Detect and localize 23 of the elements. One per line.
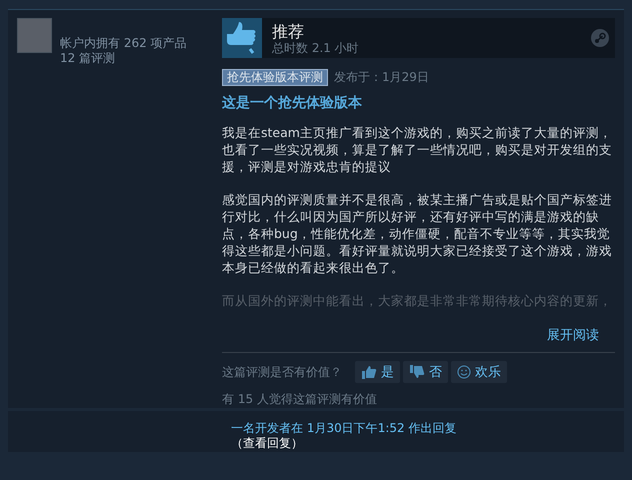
review-paragraph: 我是在steam主页推广看到这个游戏的，购买之前读了大量的评测，也看了一些实况视频，算是了解了一些情况吧，购买是对开发组的支援，评测是对游戏忠肯的提议 bbox=[222, 124, 613, 175]
steam-logo-icon bbox=[591, 29, 609, 47]
review-paragraph: 而从国外的评测中能看出，大家都是非常非常期待核心内容的更新， bbox=[222, 292, 613, 309]
review-paragraph: 感觉国内的评测质量并不是很高，被某主播广告或是贴个国产标签进行对比，什么叫因为国产所以好评，还有好评中写的满是游戏的缺点，各种bug，性能优化差，动作僵硬，配音不专业等等，其实我觉得这些都是小问题。看好评量就说明大家已经接受了这个游戏，游戏本身已经做的看起来很出色了。 bbox=[222, 191, 613, 276]
review-title[interactable]: 这是一个抢先体验版本 bbox=[222, 94, 615, 112]
verdict-label: 推荐 bbox=[272, 22, 305, 40]
vote-button[interactable]: 欢乐 bbox=[451, 361, 507, 383]
thumbs-up-icon bbox=[361, 365, 377, 379]
early-access-tag: 抢先体验版本评测 bbox=[222, 69, 328, 86]
view-reply-link[interactable]: （查看回复） bbox=[231, 436, 624, 451]
playtime-text: 总时数 2.1 小时 bbox=[272, 40, 360, 54]
avatar-placeholder[interactable] bbox=[17, 18, 52, 53]
thumbs-down-icon bbox=[409, 365, 425, 379]
expand-link[interactable]: 展开阅读 bbox=[547, 326, 599, 344]
smiley-icon bbox=[457, 365, 471, 379]
reviews-count: 12 篇评测 bbox=[60, 51, 116, 66]
products-count: 帐户内拥有 262 项产品 bbox=[60, 36, 187, 51]
helpful-count: 有 15 人觉得这篇评测有价值 bbox=[222, 391, 378, 408]
posted-date: 发布于：1月29日 bbox=[334, 69, 429, 86]
vote-button[interactable]: 是 bbox=[355, 361, 400, 383]
developer-reply-text: 一名开发者在 1月30日下午1:52 作出回复 bbox=[231, 421, 458, 436]
vote-question: 这篇评测是否有价值？ bbox=[222, 364, 342, 380]
vote-button[interactable]: 否 bbox=[403, 361, 448, 383]
